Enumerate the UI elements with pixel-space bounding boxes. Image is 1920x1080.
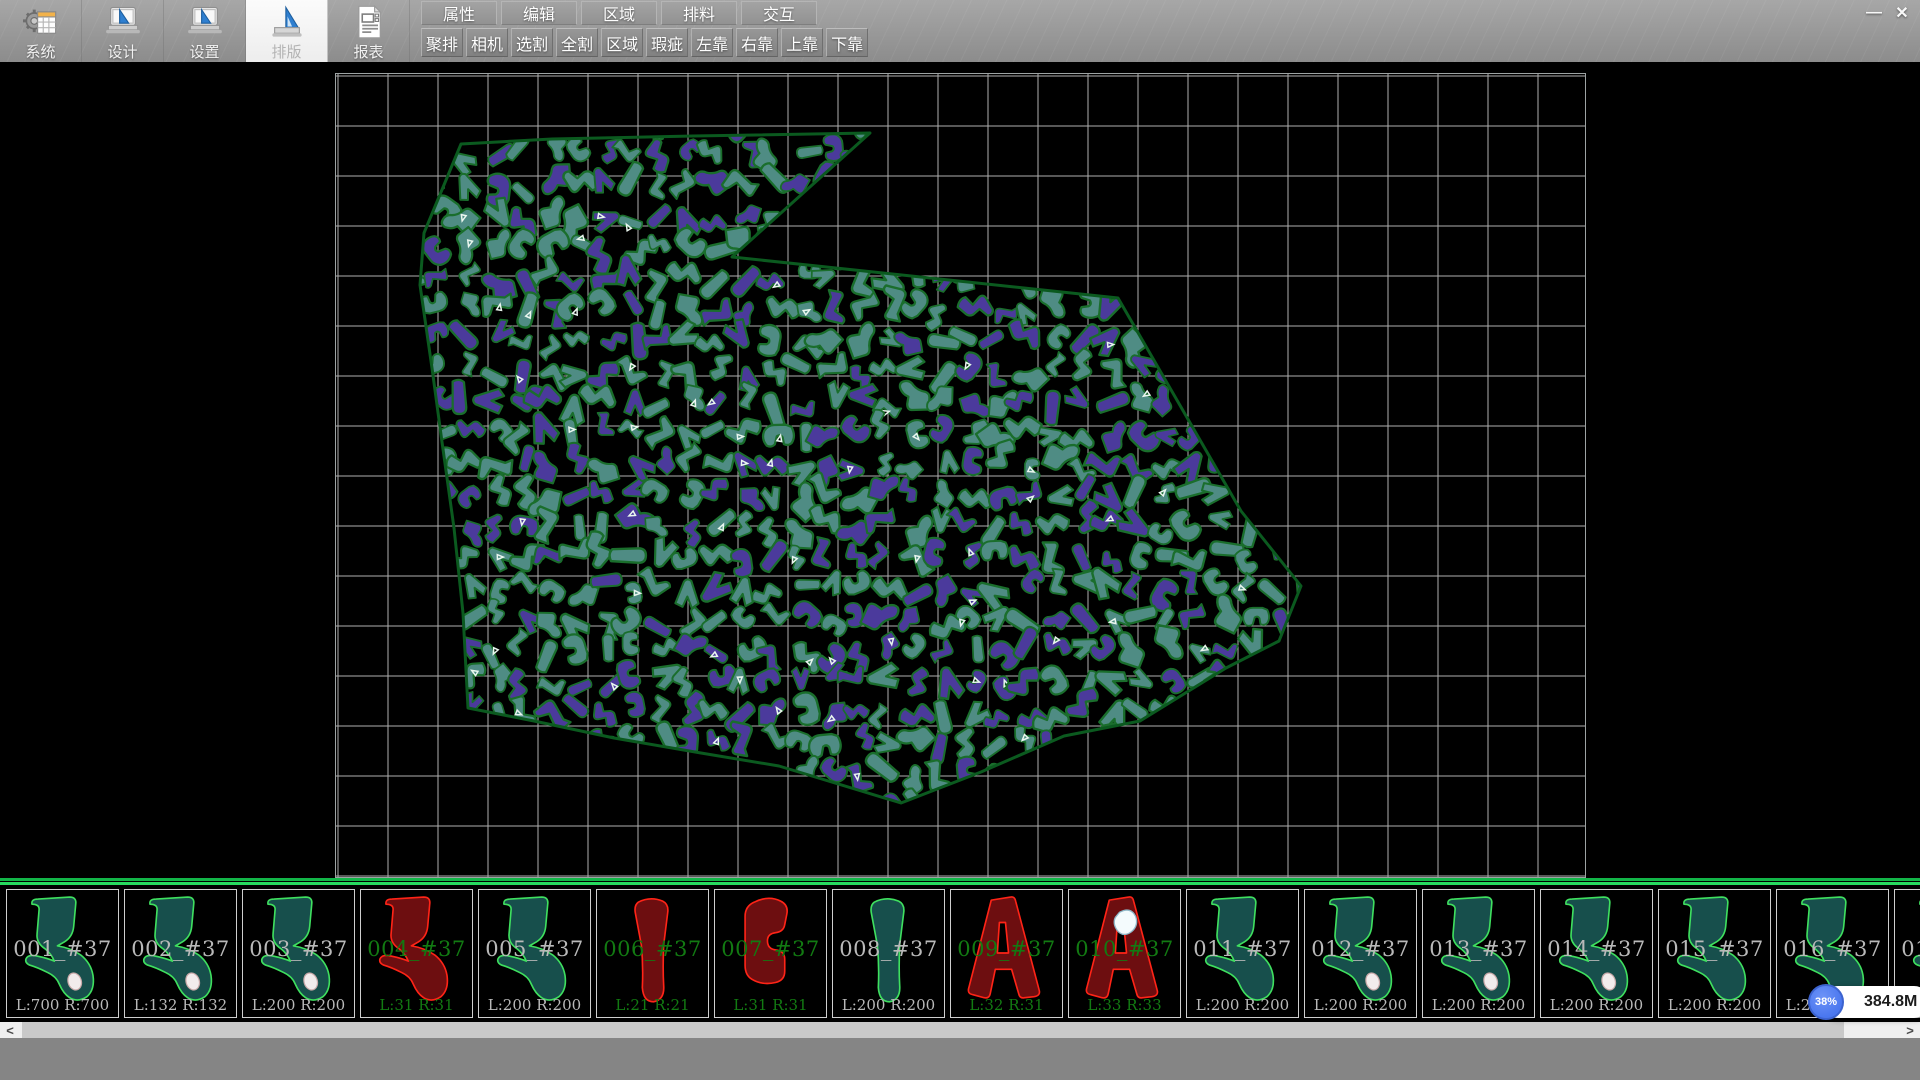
close-button[interactable]: ✕ bbox=[1888, 2, 1916, 23]
title-bar: 系统 设计 设置 bbox=[0, 0, 1920, 62]
piece-count-label: L:21 R:21 bbox=[597, 996, 708, 1014]
settings-icon bbox=[187, 4, 223, 40]
piece-id-label: 009_#37 bbox=[951, 937, 1062, 961]
menu-tab-edit[interactable]: 编辑 bbox=[501, 1, 577, 25]
piece-id-label: 007_#37 bbox=[715, 937, 826, 961]
thumbnail-cell[interactable]: 007_#37 L:31 R:31 bbox=[714, 889, 827, 1018]
scrollbar-thumb[interactable] bbox=[22, 1022, 1844, 1038]
piece-id-label: 005_#37 bbox=[479, 937, 590, 961]
piece-count-label: L:200 R:200 bbox=[1541, 996, 1652, 1014]
thumbnail-cell[interactable]: 006_#37 L:21 R:21 bbox=[596, 889, 709, 1018]
tool-cluster-nest[interactable]: 聚排 bbox=[421, 28, 463, 57]
report-button[interactable]: 报表 bbox=[328, 0, 410, 62]
piece-count-label: L:132 R:132 bbox=[125, 996, 236, 1014]
piece-count-label: L:33 R:33 bbox=[1069, 996, 1180, 1014]
piece-thumbnail-strip: 001_#37 L:700 R:700 002_#37 L:132 R:132 003_… bbox=[0, 889, 1920, 1018]
menu-tab-nesting[interactable]: 排料 bbox=[661, 1, 737, 25]
thumbnail-cell[interactable]: 015_#37 L:200 R:200 bbox=[1658, 889, 1771, 1018]
piece-id-label: 015_#37 bbox=[1659, 937, 1770, 961]
window-controls: — ✕ bbox=[1860, 2, 1916, 23]
piece-count-label: L:31 R:31 bbox=[361, 996, 472, 1014]
thumbnail-cell[interactable]: 009_#37 L:32 R:31 bbox=[950, 889, 1063, 1018]
piece-count-label: L:200 R:200 bbox=[1659, 996, 1770, 1014]
piece-count-label: L:200 R:200 bbox=[243, 996, 354, 1014]
design-icon bbox=[105, 4, 141, 40]
minimize-button[interactable]: — bbox=[1860, 2, 1888, 23]
scroll-left-arrow-icon[interactable]: < bbox=[0, 1022, 20, 1038]
tool-select-cut[interactable]: 选割 bbox=[511, 28, 553, 57]
thumbnail-cell[interactable]: 013_#37 L:200 R:200 bbox=[1422, 889, 1535, 1018]
horizontal-scrollbar[interactable]: < > bbox=[0, 1022, 1920, 1038]
main-toolbar: 系统 设计 设置 bbox=[0, 0, 410, 62]
piece-count-label: L:31 R:31 bbox=[715, 996, 826, 1014]
settings-button-label: 设置 bbox=[189, 41, 219, 62]
layout-button-label: 排版 bbox=[271, 41, 301, 62]
thumbnail-cell[interactable]: 014_#37 L:200 R:200 bbox=[1540, 889, 1653, 1018]
thumbnail-cell[interactable]: 002_#37 L:132 R:132 bbox=[124, 889, 237, 1018]
scroll-right-arrow-icon[interactable]: > bbox=[1900, 1022, 1920, 1038]
tool-camera[interactable]: 相机 bbox=[466, 28, 508, 57]
tool-defect[interactable]: 瑕疵 bbox=[646, 28, 688, 57]
piece-id-label: 004_#37 bbox=[361, 937, 472, 961]
piece-id-label: 016_#37 bbox=[1777, 937, 1888, 961]
piece-id-label: 012_#37 bbox=[1305, 937, 1416, 961]
design-button[interactable]: 设计 bbox=[82, 0, 164, 62]
thumbnail-cell[interactable]: 004_#37 L:31 R:31 bbox=[360, 889, 473, 1018]
piece-count-label: L:32 R:31 bbox=[951, 996, 1062, 1014]
piece-count-label: L:200 R:200 bbox=[833, 996, 944, 1014]
thumbnail-cell[interactable]: 008_#37 L:200 R:200 bbox=[832, 889, 945, 1018]
system-button[interactable]: 系统 bbox=[0, 0, 82, 62]
layout-button[interactable]: 排版 bbox=[246, 0, 328, 62]
report-icon bbox=[351, 4, 387, 40]
menu-tab-interact[interactable]: 交互 bbox=[741, 1, 817, 25]
layout-icon bbox=[269, 4, 305, 40]
tool-align-top[interactable]: 上靠 bbox=[781, 28, 823, 57]
nesting-canvas[interactable] bbox=[335, 73, 1586, 878]
thumbnail-cell[interactable]: 010_#37 L:33 R:33 bbox=[1068, 889, 1181, 1018]
thumbnail-cell[interactable]: 012_#37 L:200 R:200 bbox=[1304, 889, 1417, 1018]
piece-id-label: 011_#37 bbox=[1187, 937, 1298, 961]
piece-count-label: L:200 R:200 bbox=[1305, 996, 1416, 1014]
system-gear-icon bbox=[23, 4, 59, 40]
piece-count-label: L:700 R:700 bbox=[7, 996, 118, 1014]
piece-list-panel: 001_#37 L:700 R:700 002_#37 L:132 R:132 003_… bbox=[0, 878, 1920, 1022]
progress-percent: 38% bbox=[1808, 984, 1844, 1020]
panel-separator-line bbox=[0, 878, 1920, 886]
report-button-label: 报表 bbox=[353, 41, 383, 62]
menu-tab-row: 属性 编辑 区域 排料 交互 bbox=[421, 1, 821, 26]
piece-count-label: L:200 R:200 bbox=[1423, 996, 1534, 1014]
menu-tab-region[interactable]: 区域 bbox=[581, 1, 657, 25]
tool-cut-all[interactable]: 全割 bbox=[556, 28, 598, 57]
tool-button-row: 聚排 相机 选割 全割 区域 瑕疵 左靠 右靠 上靠 下靠 bbox=[421, 28, 871, 58]
thumbnail-cell[interactable]: 003_#37 L:200 R:200 bbox=[242, 889, 355, 1018]
piece-id-label: 010_#37 bbox=[1069, 937, 1180, 961]
menu-tab-properties[interactable]: 属性 bbox=[421, 1, 497, 25]
status-bar bbox=[0, 1038, 1920, 1080]
thumbnail-cell[interactable]: 001_#37 L:700 R:700 bbox=[6, 889, 119, 1018]
design-button-label: 设计 bbox=[107, 41, 137, 62]
tool-align-right[interactable]: 右靠 bbox=[736, 28, 778, 57]
tool-region[interactable]: 区域 bbox=[601, 28, 643, 57]
piece-id-label: 013_#37 bbox=[1423, 937, 1534, 961]
progress-badge: 384.8M 38% bbox=[1808, 984, 1912, 1020]
tool-align-left[interactable]: 左靠 bbox=[691, 28, 733, 57]
piece-id-label: 006_#37 bbox=[597, 937, 708, 961]
piece-count-label: L:200 R:200 bbox=[1187, 996, 1298, 1014]
piece-count-label: L:200 R:200 bbox=[479, 996, 590, 1014]
piece-id-label: 017_#37 bbox=[1895, 937, 1920, 961]
piece-id-label: 003_#37 bbox=[243, 937, 354, 961]
piece-id-label: 014_#37 bbox=[1541, 937, 1652, 961]
tool-align-bottom[interactable]: 下靠 bbox=[826, 28, 868, 57]
system-button-label: 系统 bbox=[25, 41, 55, 62]
piece-id-label: 001_#37 bbox=[7, 937, 118, 961]
thumbnail-cell[interactable]: 011_#37 L:200 R:200 bbox=[1186, 889, 1299, 1018]
piece-id-label: 008_#37 bbox=[833, 937, 944, 961]
piece-id-label: 002_#37 bbox=[125, 937, 236, 961]
thumbnail-cell[interactable]: 005_#37 L:200 R:200 bbox=[478, 889, 591, 1018]
canvas-svg bbox=[336, 74, 1585, 877]
settings-button[interactable]: 设置 bbox=[164, 0, 246, 62]
